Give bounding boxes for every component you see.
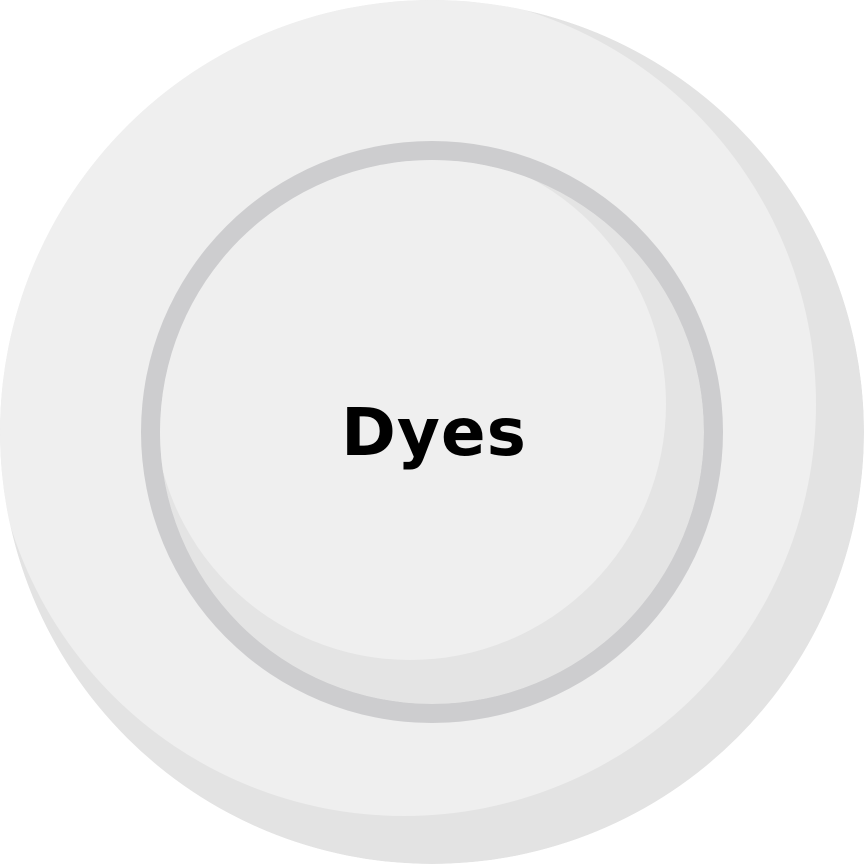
dyes-badge[interactable]: Dyes	[0, 0, 864, 864]
plate-graphic	[0, 0, 864, 864]
